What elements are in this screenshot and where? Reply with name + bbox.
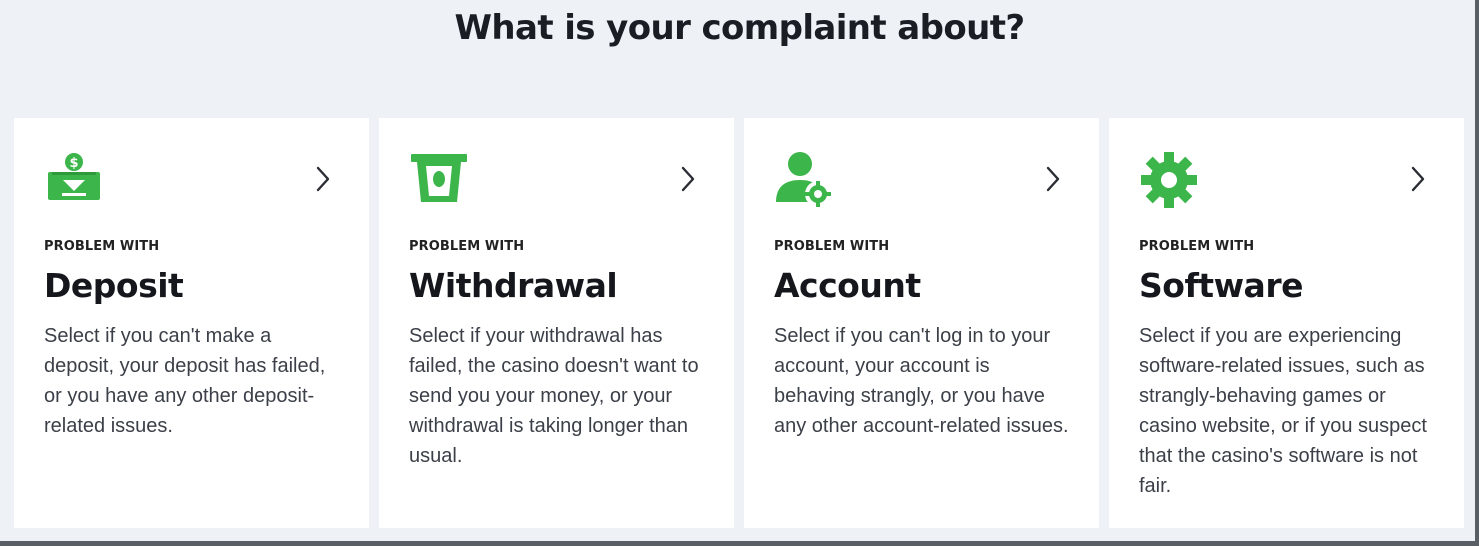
card-account[interactable]: PROBLEM WITH Account Select if you can't…	[744, 118, 1099, 528]
card-software[interactable]: PROBLEM WITH Software Select if you are …	[1109, 118, 1464, 528]
withdrawal-icon	[411, 154, 467, 202]
card-description: Select if you are experiencing software-…	[1139, 325, 1427, 497]
card-description: Select if your withdrawal has failed, th…	[409, 325, 699, 467]
card-description: Select if you can't log in to your accou…	[774, 325, 1069, 437]
chevron-right-icon	[1411, 166, 1425, 192]
complaint-category-list: $ PROBLEM WITH Deposit Select if you can…	[14, 118, 1464, 528]
gear-icon	[1141, 152, 1197, 208]
card-heading: Account	[774, 266, 921, 305]
card-description: Select if you can't make a deposit, your…	[44, 325, 326, 437]
card-kicker: PROBLEM WITH	[774, 239, 890, 254]
card-kicker: PROBLEM WITH	[1139, 239, 1255, 254]
chevron-right-icon	[316, 166, 330, 192]
page-title: What is your complaint about?	[454, 8, 1025, 48]
deposit-icon: $	[48, 153, 100, 200]
card-kicker: PROBLEM WITH	[409, 239, 525, 254]
window-bottom-edge	[0, 541, 1479, 546]
window-edge	[1475, 0, 1479, 546]
svg-text:$: $	[69, 156, 78, 171]
card-heading: Withdrawal	[409, 266, 618, 305]
card-heading: Software	[1139, 266, 1303, 305]
card-withdrawal[interactable]: PROBLEM WITH Withdrawal Select if your w…	[379, 118, 734, 528]
account-icon	[776, 152, 831, 207]
card-kicker: PROBLEM WITH	[44, 239, 160, 254]
chevron-right-icon	[681, 166, 695, 192]
chevron-right-icon	[1046, 166, 1060, 192]
card-deposit[interactable]: $ PROBLEM WITH Deposit Select if you can…	[14, 118, 369, 528]
card-heading: Deposit	[44, 266, 184, 305]
